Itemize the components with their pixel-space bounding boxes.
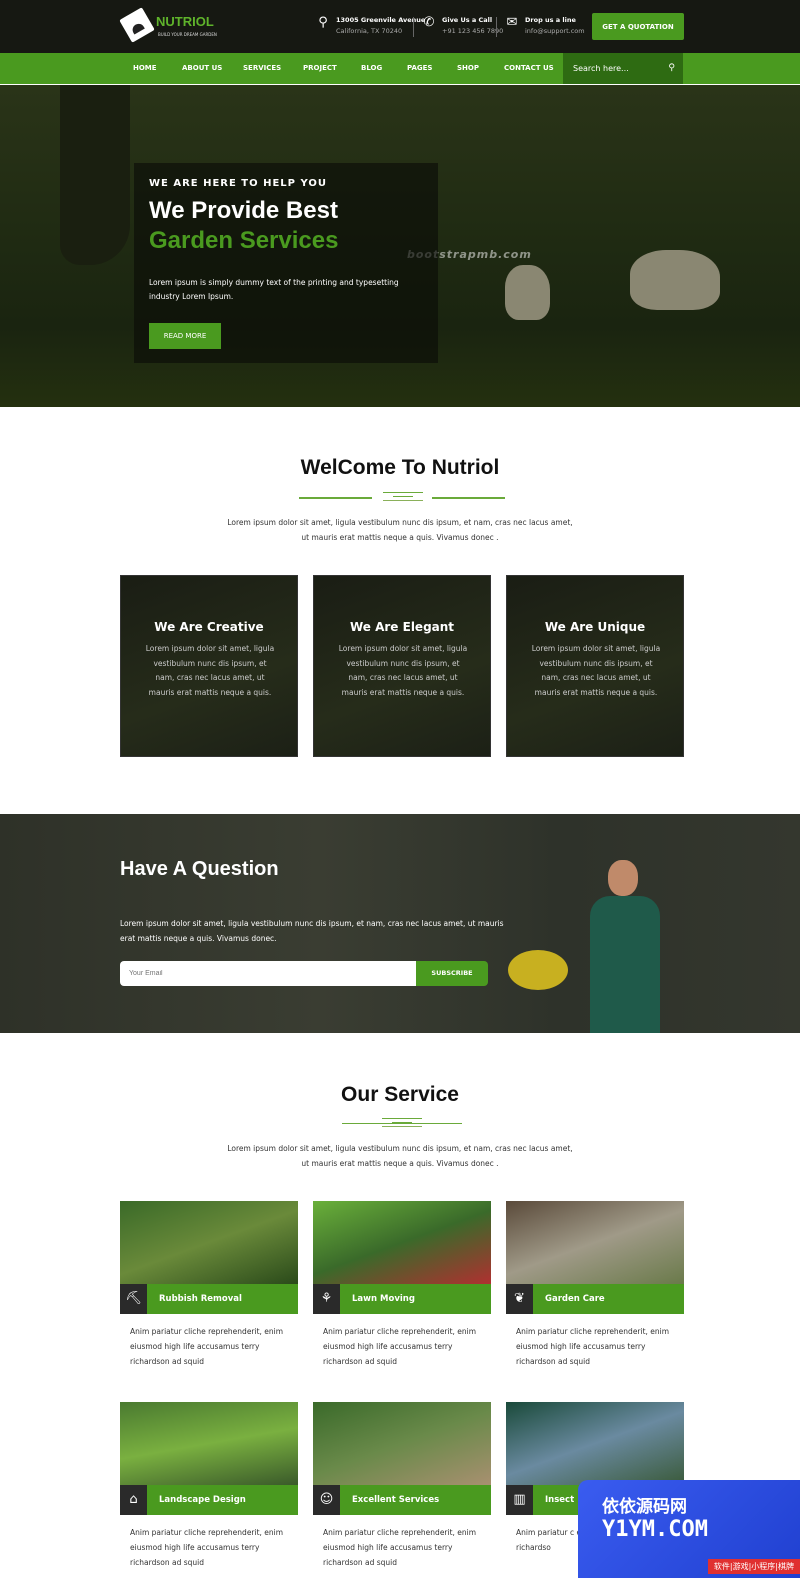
feature-title: We Are Unique <box>544 620 646 634</box>
nav-project[interactable]: PROJECT <box>303 53 337 84</box>
read-more-button[interactable]: READ MORE <box>149 323 221 349</box>
feature-text: Lorem ipsum dolor sit amet, ligula vesti… <box>338 644 468 697</box>
service-image <box>506 1201 684 1284</box>
email-info: ✉ Drop us a line info@support.com <box>505 15 585 39</box>
service-image <box>120 1402 298 1485</box>
email-label: Drop us a line <box>525 16 576 24</box>
welcome-title: WelCome To Nutriol <box>300 456 500 479</box>
service-title-bar[interactable]: ⛏ Rubbish Removal <box>120 1284 298 1314</box>
envelope-icon: ✉ <box>506 15 518 30</box>
feature-title: We Are Creative <box>154 620 264 634</box>
sheep-image <box>505 265 550 320</box>
gardener-icon: ☺ <box>313 1485 340 1515</box>
service-title-bar[interactable]: ⌂ Landscape Design <box>120 1485 298 1515</box>
brand-tagline: BUILD YOUR DREAM GARDEN <box>158 32 217 37</box>
welcome-intro-line2: ut mauris erat mattis neque a quis. Viva… <box>301 533 499 542</box>
badge-line1: 依依源码网 <box>602 1497 687 1517</box>
lawn-mower-icon: ⚘ <box>313 1284 340 1314</box>
watermark-badge: 依依源码网 Y1YM.COM 软件|游戏|小程序|棋牌 <box>578 1480 800 1578</box>
service-title[interactable]: Landscape Design <box>159 1485 246 1515</box>
search-input[interactable]: Search here... ⚲ <box>563 53 683 84</box>
address-line2: California, TX 70240 <box>336 27 403 35</box>
hero-title: We Provide Best <box>149 197 338 224</box>
service-title-bar[interactable]: ☺ Excellent Services <box>313 1485 491 1515</box>
phone-icon: ✆ <box>423 15 435 30</box>
feature-text: Lorem ipsum dolor sit amet, ligula vesti… <box>531 644 661 697</box>
nav-services[interactable]: SERVICES <box>243 53 281 84</box>
hero-kicker: WE ARE HERE TO HELP YOU <box>149 178 327 189</box>
plant-hand-icon: ❦ <box>506 1284 533 1314</box>
services-intro-line2: ut mauris erat mattis neque a quis. Viva… <box>301 1159 499 1168</box>
service-text: Anim pariatur cliche reprehenderit, enim… <box>323 1327 477 1366</box>
service-image <box>313 1402 491 1485</box>
search-placeholder: Search here... <box>573 64 629 73</box>
email-address[interactable]: info@support.com <box>525 26 585 37</box>
welcome-intro-line1: Lorem ipsum dolor sit amet, ligula vesti… <box>227 518 573 527</box>
phone-number[interactable]: +91 123 456 7890 <box>442 26 503 37</box>
service-text: Anim pariatur cliche reprehenderit, enim… <box>323 1528 477 1567</box>
question-title: Have A Question <box>120 858 279 880</box>
nav-contact-us[interactable]: CONTACT US <box>504 53 554 84</box>
fence-icon: ▥ <box>506 1485 533 1515</box>
title-divider <box>342 1118 462 1128</box>
feature-text: Lorem ipsum dolor sit amet, ligula vesti… <box>145 644 275 697</box>
service-title[interactable]: Rubbish Removal <box>159 1284 242 1314</box>
divider <box>496 17 497 37</box>
nav-shop[interactable]: SHOP <box>457 53 479 84</box>
logo-mark-icon <box>119 7 155 43</box>
shovel-icon: ⛏ <box>120 1284 147 1314</box>
brand-name: NUTRIOL <box>156 14 214 29</box>
feature-card: We Are Unique Lorem ipsum dolor sit amet,… <box>506 575 684 757</box>
email-input[interactable] <box>120 961 417 986</box>
nav-about-us[interactable]: ABOUT US <box>182 53 222 84</box>
service-image <box>313 1201 491 1284</box>
services-title: Our Service <box>341 1083 459 1106</box>
service-text: Anim pariatur cliche reprehenderit, enim… <box>516 1327 670 1366</box>
badge-line2: Y1YM.COM <box>602 1517 708 1542</box>
services-intro-line1: Lorem ipsum dolor sit amet, ligula vesti… <box>227 1144 573 1153</box>
service-text: Anim pariatur cliche reprehenderit, enim… <box>130 1327 284 1366</box>
house-plant-icon: ⌂ <box>120 1485 147 1515</box>
logo[interactable]: NUTRIOL BUILD YOUR DREAM GARDEN <box>119 7 217 44</box>
feature-card: We Are Creative Lorem ipsum dolor sit ame… <box>120 575 298 757</box>
address-info: ⚲ 13005 Greenvile Avenue California, TX 70… <box>316 15 425 39</box>
service-title[interactable]: Garden Care <box>545 1284 605 1314</box>
search-icon[interactable]: ⚲ <box>668 53 675 84</box>
service-title[interactable]: Insect <box>545 1485 574 1515</box>
get-quotation-button[interactable]: GET A QUOTATION <box>592 13 684 40</box>
sheep-image <box>630 250 720 310</box>
service-title[interactable]: Lawn Moving <box>352 1284 415 1314</box>
service-title-bar[interactable]: ❦ Garden Care <box>506 1284 684 1314</box>
map-pin-icon: ⚲ <box>318 15 328 30</box>
service-image <box>506 1402 684 1485</box>
phone-info: ✆ Give Us a Call +91 123 456 7890 <box>422 15 504 39</box>
tree-trunk-image <box>60 85 130 265</box>
address-line1: 13005 Greenvile Avenue <box>336 16 426 24</box>
service-title[interactable]: Excellent Services <box>352 1485 439 1515</box>
hero-title-accent: Garden Services <box>149 227 339 254</box>
service-image <box>120 1201 298 1284</box>
nav-pages[interactable]: PAGES <box>407 53 432 84</box>
hero-text: Lorem ipsum is simply dummy text of the … <box>149 278 399 301</box>
title-divider <box>299 492 505 502</box>
feature-card: We Are Elegant Lorem ipsum dolor sit amet… <box>313 575 491 757</box>
nav-home[interactable]: HOME <box>133 53 157 84</box>
badge-line3: 软件|游戏|小程序|棋牌 <box>707 1559 800 1574</box>
subscribe-button[interactable]: SUBSCRIBE <box>416 961 488 986</box>
question-text: Lorem ipsum dolor sit amet, ligula vesti… <box>120 919 504 943</box>
phone-label: Give Us a Call <box>442 16 493 24</box>
divider <box>413 17 414 37</box>
feature-title: We Are Elegant <box>349 620 455 634</box>
nav-blog[interactable]: BLOG <box>361 53 382 84</box>
gardener-image <box>508 860 685 1033</box>
service-title-bar[interactable]: ⚘ Lawn Moving <box>313 1284 491 1314</box>
service-text: Anim pariatur cliche reprehenderit, enim… <box>130 1528 284 1567</box>
